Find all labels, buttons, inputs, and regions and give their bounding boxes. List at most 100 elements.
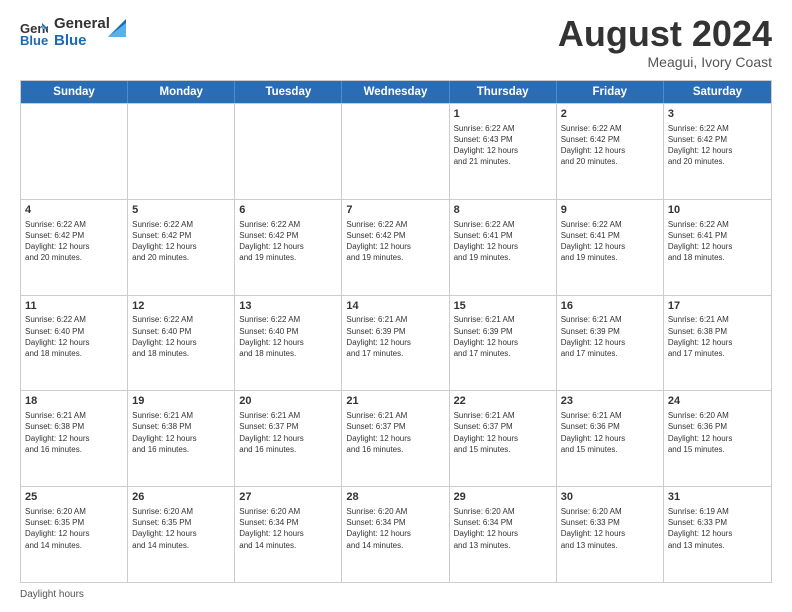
calendar-cell: 2Sunrise: 6:22 AM Sunset: 6:42 PM Daylig… [557, 104, 664, 199]
day-info: Sunrise: 6:22 AM Sunset: 6:42 PM Dayligh… [668, 123, 767, 168]
calendar-header: SundayMondayTuesdayWednesdayThursdayFrid… [21, 81, 771, 103]
calendar-cell: 24Sunrise: 6:20 AM Sunset: 6:36 PM Dayli… [664, 391, 771, 486]
day-info: Sunrise: 6:22 AM Sunset: 6:41 PM Dayligh… [454, 219, 552, 264]
calendar-cell: 11Sunrise: 6:22 AM Sunset: 6:40 PM Dayli… [21, 296, 128, 391]
calendar-cell: 4Sunrise: 6:22 AM Sunset: 6:42 PM Daylig… [21, 200, 128, 295]
day-info: Sunrise: 6:21 AM Sunset: 6:37 PM Dayligh… [454, 410, 552, 455]
page: General Blue General Blue August 2024 Me… [0, 0, 792, 612]
day-info: Sunrise: 6:20 AM Sunset: 6:34 PM Dayligh… [346, 506, 444, 551]
day-info: Sunrise: 6:21 AM Sunset: 6:39 PM Dayligh… [346, 314, 444, 359]
calendar-cell: 13Sunrise: 6:22 AM Sunset: 6:40 PM Dayli… [235, 296, 342, 391]
svg-text:Blue: Blue [20, 33, 48, 47]
day-number: 4 [25, 203, 123, 218]
day-info: Sunrise: 6:21 AM Sunset: 6:37 PM Dayligh… [346, 410, 444, 455]
day-info: Sunrise: 6:21 AM Sunset: 6:38 PM Dayligh… [25, 410, 123, 455]
day-number: 20 [239, 394, 337, 409]
day-info: Sunrise: 6:22 AM Sunset: 6:41 PM Dayligh… [668, 219, 767, 264]
day-info: Sunrise: 6:21 AM Sunset: 6:38 PM Dayligh… [132, 410, 230, 455]
day-number: 15 [454, 299, 552, 314]
calendar-cell: 26Sunrise: 6:20 AM Sunset: 6:35 PM Dayli… [128, 487, 235, 582]
calendar: SundayMondayTuesdayWednesdayThursdayFrid… [20, 80, 772, 583]
calendar-week-1: 1Sunrise: 6:22 AM Sunset: 6:43 PM Daylig… [21, 103, 771, 199]
day-info: Sunrise: 6:22 AM Sunset: 6:42 PM Dayligh… [25, 219, 123, 264]
day-info: Sunrise: 6:20 AM Sunset: 6:35 PM Dayligh… [132, 506, 230, 551]
calendar-cell: 17Sunrise: 6:21 AM Sunset: 6:38 PM Dayli… [664, 296, 771, 391]
calendar-week-2: 4Sunrise: 6:22 AM Sunset: 6:42 PM Daylig… [21, 199, 771, 295]
day-header-wednesday: Wednesday [342, 81, 449, 103]
calendar-week-5: 25Sunrise: 6:20 AM Sunset: 6:35 PM Dayli… [21, 486, 771, 582]
day-number: 30 [561, 490, 659, 505]
calendar-cell: 20Sunrise: 6:21 AM Sunset: 6:37 PM Dayli… [235, 391, 342, 486]
day-number: 28 [346, 490, 444, 505]
calendar-cell: 9Sunrise: 6:22 AM Sunset: 6:41 PM Daylig… [557, 200, 664, 295]
calendar-body: 1Sunrise: 6:22 AM Sunset: 6:43 PM Daylig… [21, 103, 771, 582]
day-header-tuesday: Tuesday [235, 81, 342, 103]
day-number: 29 [454, 490, 552, 505]
day-number: 21 [346, 394, 444, 409]
day-number: 22 [454, 394, 552, 409]
day-info: Sunrise: 6:22 AM Sunset: 6:40 PM Dayligh… [25, 314, 123, 359]
calendar-cell [235, 104, 342, 199]
month-title: August 2024 [558, 16, 772, 52]
day-info: Sunrise: 6:21 AM Sunset: 6:39 PM Dayligh… [454, 314, 552, 359]
day-number: 13 [239, 299, 337, 314]
calendar-cell [342, 104, 449, 199]
day-header-thursday: Thursday [450, 81, 557, 103]
logo: General Blue General Blue [20, 16, 126, 49]
calendar-cell: 19Sunrise: 6:21 AM Sunset: 6:38 PM Dayli… [128, 391, 235, 486]
day-number: 18 [25, 394, 123, 409]
day-info: Sunrise: 6:20 AM Sunset: 6:34 PM Dayligh… [239, 506, 337, 551]
footer-note: Daylight hours [20, 589, 772, 600]
day-number: 6 [239, 203, 337, 218]
calendar-cell: 31Sunrise: 6:19 AM Sunset: 6:33 PM Dayli… [664, 487, 771, 582]
day-number: 5 [132, 203, 230, 218]
day-number: 23 [561, 394, 659, 409]
day-info: Sunrise: 6:20 AM Sunset: 6:36 PM Dayligh… [668, 410, 767, 455]
calendar-cell: 25Sunrise: 6:20 AM Sunset: 6:35 PM Dayli… [21, 487, 128, 582]
location-subtitle: Meagui, Ivory Coast [558, 54, 772, 70]
title-section: August 2024 Meagui, Ivory Coast [558, 16, 772, 70]
calendar-cell: 21Sunrise: 6:21 AM Sunset: 6:37 PM Dayli… [342, 391, 449, 486]
calendar-cell: 12Sunrise: 6:22 AM Sunset: 6:40 PM Dayli… [128, 296, 235, 391]
calendar-cell: 7Sunrise: 6:22 AM Sunset: 6:42 PM Daylig… [342, 200, 449, 295]
day-header-friday: Friday [557, 81, 664, 103]
day-number: 25 [25, 490, 123, 505]
day-info: Sunrise: 6:21 AM Sunset: 6:37 PM Dayligh… [239, 410, 337, 455]
calendar-cell: 8Sunrise: 6:22 AM Sunset: 6:41 PM Daylig… [450, 200, 557, 295]
day-number: 27 [239, 490, 337, 505]
logo-line2: Blue [54, 33, 110, 50]
day-info: Sunrise: 6:21 AM Sunset: 6:39 PM Dayligh… [561, 314, 659, 359]
header: General Blue General Blue August 2024 Me… [20, 16, 772, 70]
day-info: Sunrise: 6:22 AM Sunset: 6:42 PM Dayligh… [132, 219, 230, 264]
day-info: Sunrise: 6:22 AM Sunset: 6:42 PM Dayligh… [346, 219, 444, 264]
day-info: Sunrise: 6:22 AM Sunset: 6:42 PM Dayligh… [561, 123, 659, 168]
day-number: 1 [454, 107, 552, 122]
day-number: 24 [668, 394, 767, 409]
calendar-cell: 1Sunrise: 6:22 AM Sunset: 6:43 PM Daylig… [450, 104, 557, 199]
day-number: 11 [25, 299, 123, 314]
day-number: 9 [561, 203, 659, 218]
day-info: Sunrise: 6:19 AM Sunset: 6:33 PM Dayligh… [668, 506, 767, 551]
calendar-cell: 22Sunrise: 6:21 AM Sunset: 6:37 PM Dayli… [450, 391, 557, 486]
day-info: Sunrise: 6:20 AM Sunset: 6:34 PM Dayligh… [454, 506, 552, 551]
calendar-cell [21, 104, 128, 199]
day-number: 19 [132, 394, 230, 409]
calendar-week-3: 11Sunrise: 6:22 AM Sunset: 6:40 PM Dayli… [21, 295, 771, 391]
logo-icon: General Blue [20, 19, 48, 47]
day-info: Sunrise: 6:22 AM Sunset: 6:43 PM Dayligh… [454, 123, 552, 168]
day-number: 14 [346, 299, 444, 314]
calendar-cell: 30Sunrise: 6:20 AM Sunset: 6:33 PM Dayli… [557, 487, 664, 582]
day-number: 8 [454, 203, 552, 218]
calendar-cell: 28Sunrise: 6:20 AM Sunset: 6:34 PM Dayli… [342, 487, 449, 582]
day-number: 10 [668, 203, 767, 218]
calendar-cell: 14Sunrise: 6:21 AM Sunset: 6:39 PM Dayli… [342, 296, 449, 391]
day-number: 16 [561, 299, 659, 314]
day-number: 26 [132, 490, 230, 505]
day-info: Sunrise: 6:20 AM Sunset: 6:35 PM Dayligh… [25, 506, 123, 551]
logo-line1: General [54, 16, 110, 33]
day-info: Sunrise: 6:22 AM Sunset: 6:41 PM Dayligh… [561, 219, 659, 264]
day-info: Sunrise: 6:22 AM Sunset: 6:40 PM Dayligh… [132, 314, 230, 359]
calendar-cell: 6Sunrise: 6:22 AM Sunset: 6:42 PM Daylig… [235, 200, 342, 295]
day-number: 17 [668, 299, 767, 314]
logo-triangle [108, 19, 126, 37]
